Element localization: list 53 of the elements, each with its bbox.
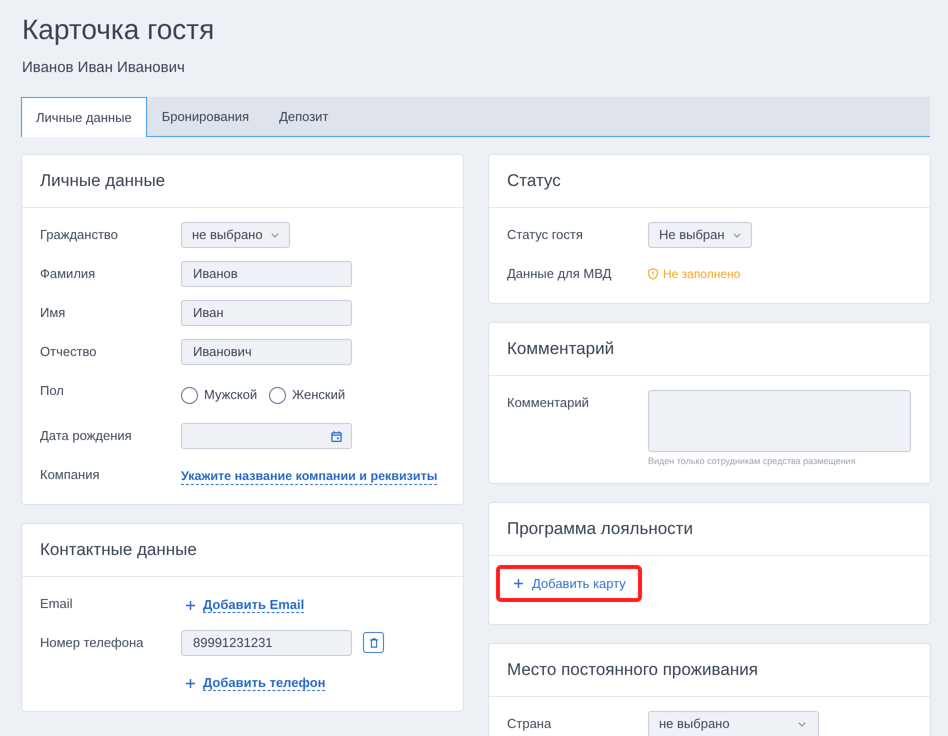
- radio-option[interactable]: Мужской: [181, 385, 258, 405]
- radio-button[interactable]: [181, 386, 198, 404]
- card-title: Контактные данные: [40, 539, 197, 562]
- text-field[interactable]: Иванович: [181, 339, 352, 365]
- field-label: Гражданство: [40, 226, 118, 244]
- field-label: Страна: [507, 715, 552, 733]
- plus-icon: [514, 579, 523, 588]
- text-field[interactable]: Иван: [181, 300, 352, 326]
- card-title: Программа лояльности: [507, 518, 693, 540]
- add-link[interactable]: Добавить Email: [186, 597, 304, 613]
- shield-alert-icon: [648, 268, 658, 280]
- field-label: Номер телефона: [40, 634, 144, 652]
- select-dropdown[interactable]: не выбрано: [648, 711, 819, 736]
- chevron-down-icon: [270, 232, 279, 238]
- calendar-icon: [331, 430, 342, 442]
- field-label: Данные для МВД: [507, 265, 612, 283]
- page-title: Карточка гостя: [22, 13, 216, 47]
- radio-button[interactable]: [269, 386, 286, 404]
- company-details-link[interactable]: Укажите название компании и реквизиты: [181, 468, 438, 484]
- status-text: Не заполнено: [663, 266, 740, 283]
- delete-button[interactable]: [363, 632, 384, 653]
- card-title: Комментарий: [507, 338, 614, 360]
- field-label: Email: [40, 595, 73, 613]
- comment-field[interactable]: [648, 390, 911, 452]
- chevron-down-icon: [732, 232, 741, 238]
- chevron-down-icon: [798, 722, 806, 726]
- select-dropdown[interactable]: Не выбран: [648, 222, 752, 248]
- field-label: Фамилия: [40, 265, 96, 283]
- field-label: Пол: [40, 382, 64, 400]
- field-label: Комментарий: [507, 394, 589, 412]
- add-link[interactable]: Добавить телефон: [186, 675, 326, 691]
- phone-field[interactable]: 89991231231: [181, 630, 352, 656]
- radio-option[interactable]: Женский: [269, 385, 346, 405]
- trash-icon: [370, 638, 378, 648]
- tab[interactable]: Депозит: [264, 97, 344, 137]
- tab[interactable]: Личные данные: [21, 97, 147, 137]
- card-title: Статус: [507, 170, 561, 192]
- card-title: Место постоянного проживания: [507, 659, 758, 682]
- field-label: Имя: [40, 304, 66, 322]
- field-label: Статус гостя: [507, 226, 583, 244]
- field-label: Компания: [40, 466, 100, 484]
- field-label: Отчество: [40, 343, 97, 361]
- field-label: Дата рождения: [40, 427, 132, 445]
- add-card-button[interactable]: Добавить карту: [496, 565, 642, 602]
- tab[interactable]: Бронирования: [146, 97, 264, 137]
- plus-icon: [186, 600, 195, 610]
- card-title: Личные данные: [40, 170, 166, 192]
- plus-icon: [186, 678, 195, 688]
- text-field[interactable]: Иванов: [181, 261, 352, 287]
- guest-name: Иванов Иван Иванович: [22, 58, 185, 78]
- select-dropdown[interactable]: не выбрано: [181, 222, 290, 248]
- date-field[interactable]: [181, 423, 352, 449]
- hint-text: Виден только сотрудникам средства размещения: [648, 455, 857, 467]
